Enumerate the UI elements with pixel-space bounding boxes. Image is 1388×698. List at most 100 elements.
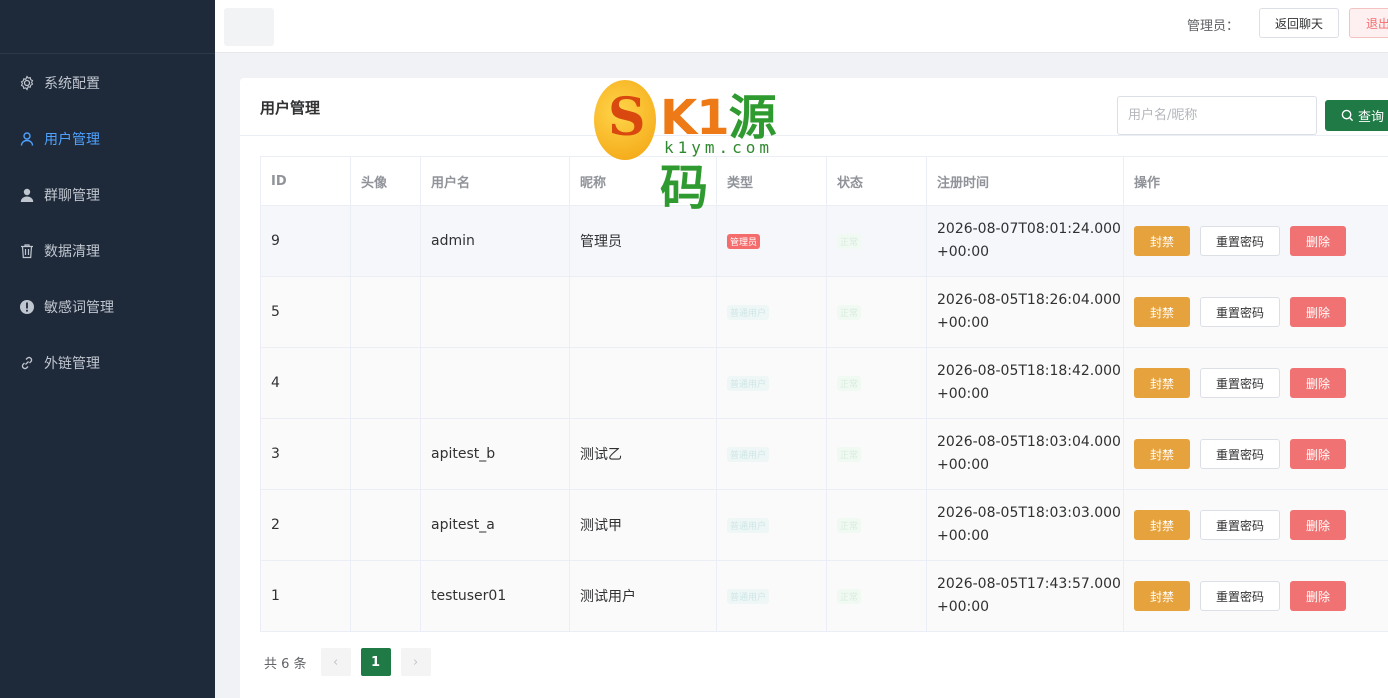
sidebar-item-external-links[interactable]: 外链管理 [0,335,215,391]
chevron-right-icon[interactable]: › [400,648,431,676]
registered-timezone: +00:00 [937,599,990,615]
sidebar-item-group-chat[interactable]: 群聊管理 [0,167,215,223]
cell-registered: 2026-08-05T18:03:04.000 +00:00 [926,418,1124,490]
delete-button[interactable]: 删除 [1290,226,1346,256]
cell-id: 3 [260,418,351,490]
status-badge: 正常 [837,234,862,249]
cell-status: 正常 [826,489,927,561]
back-to-chat-button[interactable]: 返回聊天 [1259,8,1339,38]
reset-password-button[interactable]: 重置密码 [1200,297,1280,327]
cell-id: 1 [260,560,351,632]
cell-status: 正常 [826,347,927,419]
sidebar-item-sensitive-words[interactable]: 敏感词管理 [0,279,215,335]
registered-datetime: 2026-08-05T18:26:04.000 [937,292,1121,308]
ban-button[interactable]: 封禁 [1134,581,1190,611]
registered-datetime: 2026-08-05T18:03:03.000 [937,505,1121,521]
cell-actions: 封禁 重置密码 删除 [1123,205,1388,277]
reset-password-button[interactable]: 重置密码 [1200,510,1280,540]
cell-nickname: 测试甲 [569,489,717,561]
ban-button[interactable]: 封禁 [1134,226,1190,256]
logout-button[interactable]: 退出 [1349,8,1388,38]
users-table-wrapper: ID 头像 用户名 昵称 类型 状态 注册时间 操作 9 admin 管理员 管… [260,156,1388,632]
column-header-actions: 操作 [1123,156,1388,206]
column-header-avatar: 头像 [350,156,421,206]
cell-status: 正常 [826,205,927,277]
page-title: 用户管理 [260,99,321,117]
cell-type: 普通用户 [716,418,827,490]
delete-button[interactable]: 删除 [1290,439,1346,469]
cell-nickname [569,276,717,348]
ban-button[interactable]: 封禁 [1134,368,1190,398]
sidebar-item-system-config[interactable]: 系统配置 [0,55,215,111]
cell-status: 正常 [826,418,927,490]
sidebar-item-label: 外链管理 [44,356,100,372]
cell-username: apitest_b [420,418,570,490]
type-badge: 普通用户 [727,518,770,533]
user-icon [19,131,35,147]
cell-actions: 封禁 重置密码 删除 [1123,418,1388,490]
cell-registered: 2026-08-05T17:43:57.000 +00:00 [926,560,1124,632]
type-badge: 普通用户 [727,589,770,604]
cell-status: 正常 [826,276,927,348]
registered-datetime: 2026-08-05T18:03:04.000 [937,434,1121,450]
registered-datetime: 2026-08-05T17:43:57.000 [937,576,1121,592]
top-header: 管理员： 返回聊天 退出 [215,0,1388,53]
column-header-registered: 注册时间 [926,156,1124,206]
table-row: 2 apitest_a 测试甲 普通用户 正常 2026-08-05T18:03… [260,489,1388,561]
cell-username: testuser01 [420,560,570,632]
sidebar-logo-area [0,0,215,54]
cell-actions: 封禁 重置密码 删除 [1123,347,1388,419]
delete-button[interactable]: 删除 [1290,510,1346,540]
sidebar: 系统配置 用户管理 群聊管理 数据清理 敏感词管理 外链管理 [0,0,215,698]
cell-actions: 封禁 重置密码 删除 [1123,489,1388,561]
warning-icon [19,299,35,315]
search-input[interactable] [1117,96,1317,135]
column-header-id: ID [260,156,351,206]
cell-registered: 2026-08-05T18:03:03.000 +00:00 [926,489,1124,561]
table-header-row: ID 头像 用户名 昵称 类型 状态 注册时间 操作 [260,156,1388,206]
reset-password-button[interactable]: 重置密码 [1200,581,1280,611]
cell-nickname: 测试乙 [569,418,717,490]
search-button[interactable]: 查询 [1325,100,1388,131]
link-icon [19,355,35,371]
ban-button[interactable]: 封禁 [1134,297,1190,327]
trash-icon [19,243,35,259]
reset-password-button[interactable]: 重置密码 [1200,226,1280,256]
sidebar-item-label: 敏感词管理 [44,300,114,316]
sidebar-item-label: 用户管理 [44,132,100,148]
gear-icon [19,75,35,91]
column-header-status: 状态 [826,156,927,206]
reset-password-button[interactable]: 重置密码 [1200,368,1280,398]
chevron-left-icon[interactable]: ‹ [320,648,351,676]
cell-type: 普通用户 [716,560,827,632]
page-number-current[interactable]: 1 [360,648,391,676]
cell-id: 9 [260,205,351,277]
cell-avatar [350,418,421,490]
ban-button[interactable]: 封禁 [1134,439,1190,469]
users-table: ID 头像 用户名 昵称 类型 状态 注册时间 操作 9 admin 管理员 管… [260,156,1388,632]
delete-button[interactable]: 删除 [1290,581,1346,611]
cell-id: 2 [260,489,351,561]
table-row: 4 普通用户 正常 2026-08-05T18:18:42.000 +00:00 … [260,347,1388,419]
type-badge: 普通用户 [727,305,770,320]
type-badge: 普通用户 [727,447,770,462]
watermark-s-glyph: S [608,87,646,148]
type-badge: 普通用户 [727,376,770,391]
cell-avatar [350,560,421,632]
registered-timezone: +00:00 [937,315,990,331]
ban-button[interactable]: 封禁 [1134,510,1190,540]
cell-status: 正常 [826,560,927,632]
sidebar-item-user-management[interactable]: 用户管理 [0,111,215,167]
watermark-logo: S K1源码 k1ym.com [594,78,804,216]
reset-password-button[interactable]: 重置密码 [1200,439,1280,469]
sidebar-nav: 系统配置 用户管理 群聊管理 数据清理 敏感词管理 外链管理 [0,54,215,391]
table-row: 1 testuser01 测试用户 普通用户 正常 2026-08-05T17:… [260,560,1388,632]
user-management-card: 用户管理 查询 ID 头像 用户名 昵称 类型 状态 注册时间 操作 [240,78,1388,698]
cell-username: admin [420,205,570,277]
delete-button[interactable]: 删除 [1290,368,1346,398]
delete-button[interactable]: 删除 [1290,297,1346,327]
sidebar-item-data-cleanup[interactable]: 数据清理 [0,223,215,279]
status-badge: 正常 [837,305,862,320]
cell-username: apitest_a [420,489,570,561]
cell-avatar [350,205,421,277]
